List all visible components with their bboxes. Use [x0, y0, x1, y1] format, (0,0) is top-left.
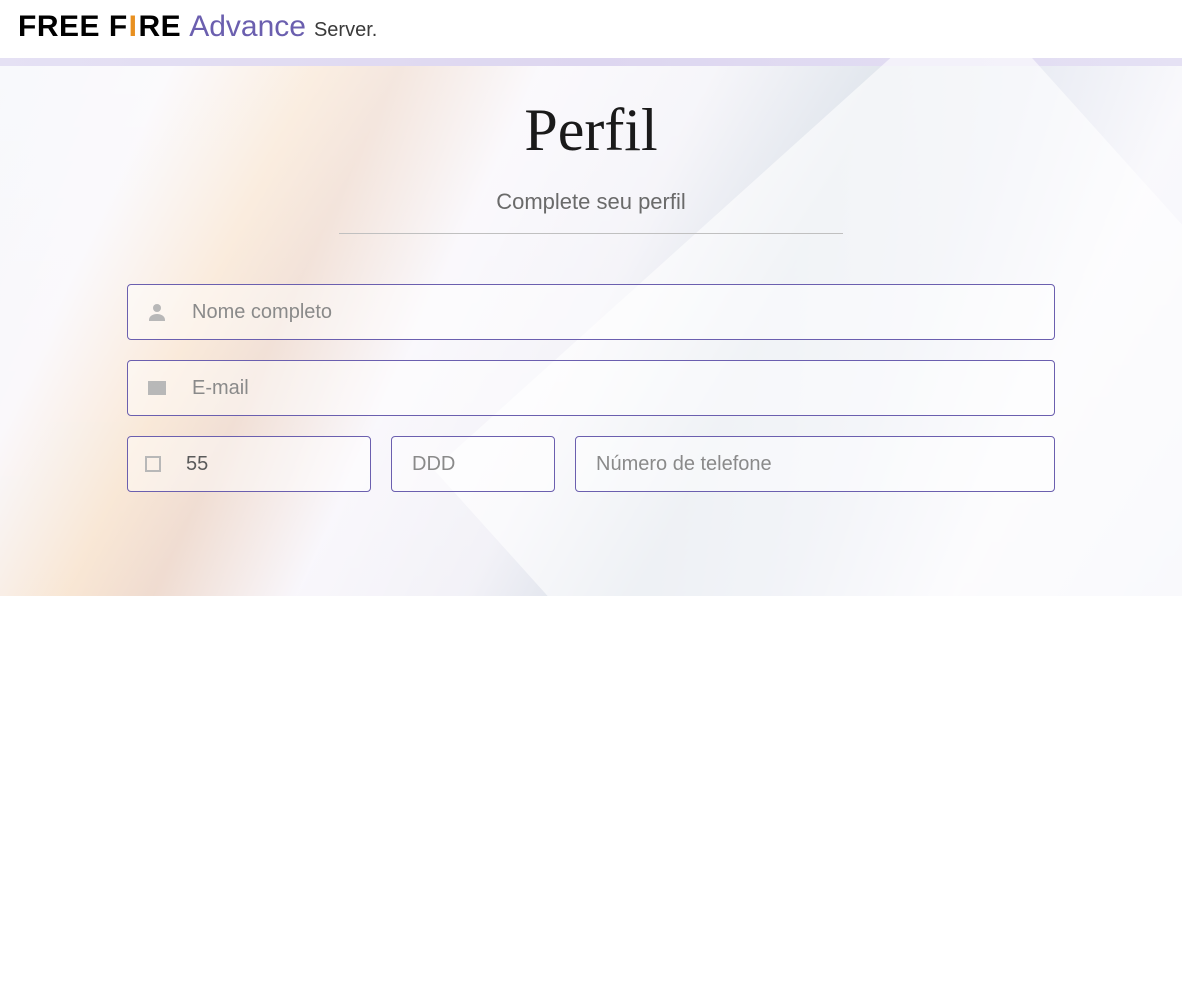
- main-content: Perfil Complete seu perfil: [0, 66, 1182, 596]
- divider: [339, 233, 843, 234]
- email-input[interactable]: [192, 377, 1038, 400]
- page-title: Perfil: [524, 96, 657, 165]
- email-field-wrapper[interactable]: [127, 360, 1055, 416]
- logo-server-text: Server.: [314, 19, 377, 42]
- logo-freefire: FREE FIRE: [18, 10, 181, 44]
- phone-input[interactable]: [592, 453, 1038, 476]
- flame-icon: I: [129, 10, 138, 44]
- banner-strip: [0, 58, 1182, 66]
- logo-advance-text: Advance: [189, 10, 306, 44]
- ddd-field-wrapper[interactable]: [391, 436, 555, 492]
- person-icon: [144, 299, 170, 325]
- logo-text-part1: FREE F: [18, 10, 128, 44]
- name-input[interactable]: [192, 301, 1038, 324]
- flag-icon: [144, 451, 164, 477]
- header: FREE FIRE Advance Server.: [0, 0, 1182, 58]
- logo-text-part2: RE: [139, 10, 182, 44]
- page-subtitle: Complete seu perfil: [496, 189, 686, 215]
- name-field-wrapper[interactable]: [127, 284, 1055, 340]
- profile-form: [127, 284, 1055, 492]
- email-icon: [144, 375, 170, 401]
- phone-field-wrapper[interactable]: [575, 436, 1055, 492]
- country-code-field-wrapper[interactable]: [127, 436, 371, 492]
- phone-row: [127, 436, 1055, 492]
